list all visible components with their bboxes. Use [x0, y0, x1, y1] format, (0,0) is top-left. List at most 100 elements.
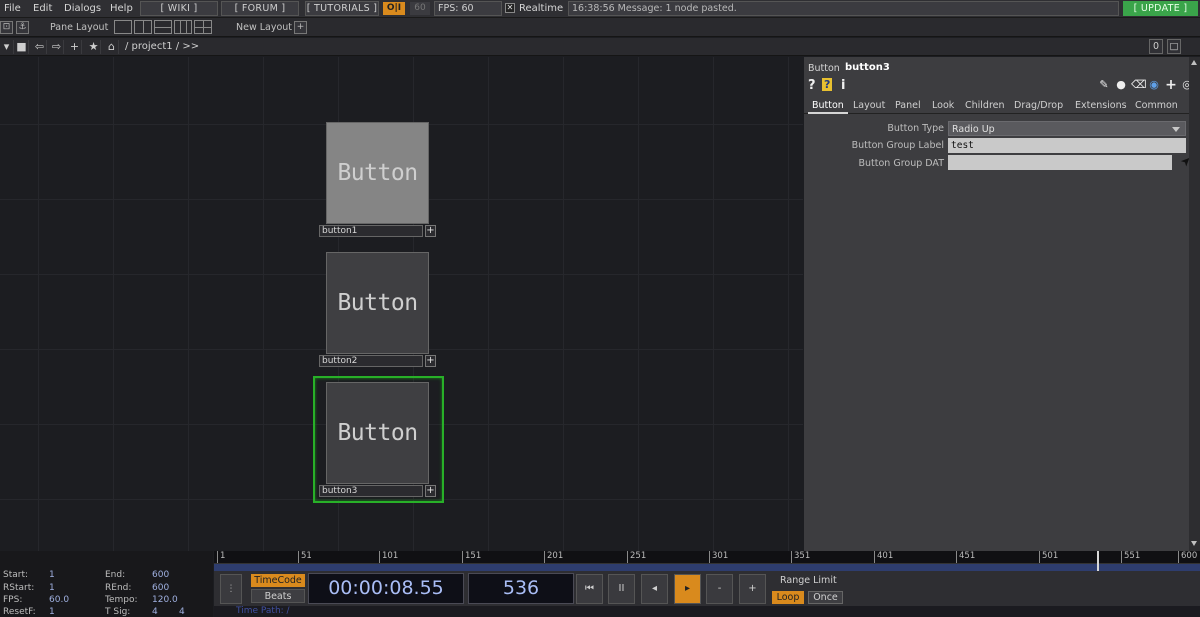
- tab-button[interactable]: Button: [808, 100, 848, 114]
- network-path[interactable]: / project1 / >>: [125, 41, 199, 52]
- stop-icon[interactable]: ■: [15, 40, 29, 54]
- timeline-range-bar[interactable]: [214, 551, 1200, 571]
- pane-link-icon[interactable]: ⚓: [16, 21, 29, 34]
- rend-value[interactable]: 600: [152, 583, 169, 593]
- tutorials-button[interactable]: [ TUTORIALS ]: [305, 1, 379, 16]
- pane-type-icon[interactable]: ⊡: [0, 21, 13, 34]
- scroll-up-icon[interactable]: [1191, 60, 1197, 65]
- pause-button[interactable]: II: [608, 574, 635, 604]
- pane-menu-icon[interactable]: ▾: [0, 40, 14, 54]
- operator-name[interactable]: button3: [845, 62, 890, 73]
- timeline-settings-button[interactable]: ⋮: [220, 574, 242, 604]
- tab-extensions[interactable]: Extensions: [1075, 100, 1127, 111]
- timeline-info-panel: Start: 1 RStart: 1 FPS: 60.0 ResetF: 1 E…: [0, 551, 213, 617]
- parameter-scrollbar[interactable]: [1189, 57, 1200, 551]
- menu-dialogs[interactable]: Dialogs: [64, 3, 101, 14]
- scroll-down-icon[interactable]: [1191, 541, 1197, 546]
- tab-drag-drop[interactable]: Drag/Drop: [1014, 100, 1063, 111]
- wiki-button[interactable]: [ WIKI ]: [140, 1, 218, 16]
- node-output-plus-icon[interactable]: +: [425, 225, 436, 237]
- forward-arrow-icon[interactable]: ⇨: [50, 40, 64, 54]
- step-minus-button[interactable]: -: [706, 574, 733, 604]
- back-arrow-icon[interactable]: ⇦: [33, 40, 47, 54]
- tab-layout[interactable]: Layout: [853, 100, 885, 111]
- python-help-icon[interactable]: ?: [822, 78, 833, 91]
- node-viewer[interactable]: Button: [326, 382, 429, 484]
- button-group-label-field[interactable]: test: [948, 138, 1186, 153]
- frame-display[interactable]: 536: [468, 573, 574, 604]
- menu-bar: File Edit Dialogs Help [ WIKI ] [ FORUM …: [0, 0, 1200, 18]
- tsig-numerator[interactable]: 4: [152, 607, 158, 617]
- python-icon[interactable]: ◉: [1148, 79, 1160, 91]
- start-label: Start:: [3, 570, 29, 580]
- pane-zero-button[interactable]: 0: [1149, 39, 1163, 54]
- ruler-tick: 1: [217, 551, 225, 563]
- layout-three-pane-icon[interactable]: [174, 20, 192, 34]
- pane-layout-bar: ⊡ ⚓ Pane Layout New Layout +: [0, 18, 1200, 37]
- fps-label: FPS:: [3, 595, 23, 605]
- menu-file[interactable]: File: [4, 3, 21, 14]
- menu-help[interactable]: Help: [110, 3, 133, 14]
- menu-edit[interactable]: Edit: [33, 3, 52, 14]
- perform-mode-button[interactable]: O|I: [383, 2, 405, 15]
- parameter-tabs: Button Layout Panel Look Children Drag/D…: [804, 98, 1189, 114]
- tab-children[interactable]: Children: [965, 100, 1005, 111]
- start-value[interactable]: 1: [49, 570, 55, 580]
- end-value[interactable]: 600: [152, 570, 169, 580]
- step-back-button[interactable]: ◂: [641, 574, 668, 604]
- layout-split-horizontal-icon[interactable]: [154, 20, 172, 34]
- resetf-value[interactable]: 1: [49, 607, 55, 617]
- home-icon[interactable]: ⌂: [105, 40, 119, 54]
- layout-split-vertical-icon[interactable]: [134, 20, 152, 34]
- layout-single-icon[interactable]: [114, 20, 132, 34]
- pane-maximize-button[interactable]: □: [1167, 39, 1181, 54]
- eraser-icon[interactable]: ⌫: [1131, 79, 1147, 91]
- bookmark-star-icon[interactable]: ★: [87, 40, 101, 54]
- timecode-display[interactable]: 00:00:08.55: [308, 573, 464, 604]
- help-icon[interactable]: ?: [808, 78, 816, 93]
- tsig-denominator[interactable]: 4: [179, 607, 185, 617]
- network-editor[interactable]: Button button1 + Button button2 + Button…: [0, 57, 803, 551]
- rewind-button[interactable]: ⏮: [576, 574, 603, 604]
- play-button[interactable]: ▸: [674, 574, 701, 604]
- button-type-menu[interactable]: Radio Up: [948, 121, 1186, 136]
- edit-pencil-icon[interactable]: ✎: [1098, 79, 1110, 91]
- timeline-ruler[interactable]: 1 51 101 151 201 251 301 351 401 451 501…: [214, 551, 1200, 564]
- once-button[interactable]: Once: [808, 591, 843, 604]
- tab-panel[interactable]: Panel: [895, 100, 921, 111]
- ruler-tick: 351: [791, 551, 810, 563]
- ruler-tick: 301: [709, 551, 728, 563]
- comment-icon[interactable]: ●: [1115, 79, 1127, 91]
- add-icon[interactable]: +: [68, 40, 82, 54]
- forum-button[interactable]: [ FORUM ]: [221, 1, 299, 16]
- tempo-value[interactable]: 120.0: [152, 595, 178, 605]
- timecode-button[interactable]: TimeCode: [251, 574, 305, 587]
- node-viewer[interactable]: Button: [326, 122, 429, 224]
- realtime-checkbox[interactable]: ✕: [505, 3, 515, 13]
- node-name[interactable]: button1: [319, 225, 423, 237]
- node-name[interactable]: button2: [319, 355, 423, 367]
- loop-button[interactable]: Loop: [772, 591, 804, 604]
- tab-common[interactable]: Common: [1135, 100, 1178, 111]
- beats-button[interactable]: Beats: [251, 589, 305, 603]
- playhead[interactable]: [1097, 551, 1099, 571]
- ruler-tick: 401: [874, 551, 893, 563]
- fps-value[interactable]: 60.0: [49, 595, 69, 605]
- add-parameter-icon[interactable]: +: [1165, 78, 1177, 92]
- node-output-plus-icon[interactable]: +: [425, 485, 436, 497]
- node-viewer[interactable]: Button: [326, 252, 429, 354]
- node-name[interactable]: button3: [319, 485, 423, 497]
- button-group-dat-field[interactable]: [948, 155, 1172, 170]
- tempo-label: Tempo:: [105, 595, 138, 605]
- parameter-panel: Button button3 ? ? i ✎ ● ⌫ ◉ + ◎ Button …: [804, 57, 1195, 551]
- new-layout-add-button[interactable]: +: [294, 21, 307, 34]
- pane-layout-label: Pane Layout: [50, 22, 109, 33]
- node-output-plus-icon[interactable]: +: [425, 355, 436, 367]
- rstart-value[interactable]: 1: [49, 583, 55, 593]
- tab-look[interactable]: Look: [932, 100, 954, 111]
- layout-four-pane-icon[interactable]: [194, 20, 212, 34]
- step-plus-button[interactable]: +: [739, 574, 766, 604]
- info-icon[interactable]: i: [841, 78, 845, 93]
- update-button[interactable]: [ UPDATE ]: [1123, 1, 1198, 16]
- param-label-button-type: Button Type: [887, 123, 944, 134]
